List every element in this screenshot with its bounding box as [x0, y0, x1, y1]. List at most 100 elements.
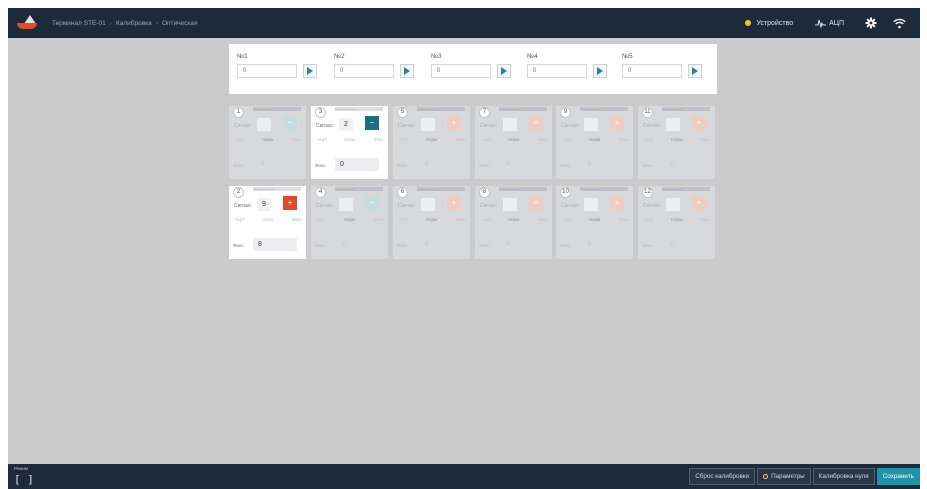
value-field[interactable]: 0 — [662, 158, 706, 171]
parameters-label: Параметры — [771, 473, 805, 480]
mode-adc[interactable]: АЦП — [399, 217, 409, 222]
plus-button[interactable]: + — [529, 196, 543, 210]
value-field[interactable]: 0 — [662, 238, 706, 251]
mode-fix[interactable]: Фикс. — [701, 217, 712, 222]
mode-adc[interactable]: АЦП — [644, 137, 654, 142]
channel-card[interactable]: 6 —————— Сигнал + АЦП Норм. Фикс. Фикс. … — [393, 186, 470, 259]
np-input[interactable]: 0 — [431, 64, 491, 78]
plus-button[interactable]: + — [447, 196, 461, 210]
value-field[interactable]: 0 — [335, 158, 379, 171]
zero-calibration-button[interactable]: Калибровка нуля — [812, 468, 875, 485]
mode-fix[interactable]: Фикс. — [619, 137, 630, 142]
mode-indicator: Режим [ ] — [14, 466, 34, 486]
parameters-button[interactable]: Параметры — [757, 468, 811, 485]
breadcrumb-item-calibration[interactable]: Калибровка — [116, 20, 152, 27]
mode-norm[interactable]: Норм. — [671, 137, 684, 142]
minus-button[interactable]: − — [365, 196, 379, 210]
plus-button[interactable]: + — [447, 116, 461, 130]
np-input[interactable]: 0 — [334, 64, 394, 78]
mode-fix[interactable]: Фикс. — [456, 217, 467, 222]
mode-fix[interactable]: Фикс. — [374, 137, 385, 142]
value-field[interactable]: 0 — [417, 158, 461, 171]
channel-number: 4 — [315, 187, 326, 198]
mode-norm[interactable]: Норм. — [671, 217, 684, 222]
np-input[interactable]: 0 — [622, 64, 682, 78]
mode-fix[interactable]: Фикс. — [538, 137, 549, 142]
plus-button[interactable]: + — [692, 116, 706, 130]
mode-norm[interactable]: Норм. — [262, 137, 275, 142]
channel-card[interactable]: 5 —————— Сигнал + АЦП Норм. Фикс. Фикс. … — [393, 106, 470, 179]
mode-adc[interactable]: АЦП — [399, 137, 409, 142]
breadcrumb-item-terminal[interactable]: Терминал STE-01 — [52, 20, 106, 27]
channel-card[interactable]: 12 —————— Сигнал + АЦП Норм. Фикс. Фикс.… — [638, 186, 715, 259]
value-field[interactable]: 8 — [253, 238, 297, 251]
value-field[interactable]: 0 — [335, 238, 379, 251]
play-button[interactable] — [400, 64, 414, 78]
minus-button[interactable]: − — [283, 116, 297, 130]
channel-card[interactable]: 3 —————— Сигнал 2 − АЦП Норм. Фикс. Фикс… — [311, 106, 388, 179]
channel-card[interactable]: 1 —————— Сигнал − АЦП Норм. Фикс. Фикс. … — [229, 106, 306, 179]
mode-adc[interactable]: АЦП — [235, 217, 245, 222]
channel-card[interactable]: 2 —————— Сигнал 9 + АЦП Норм. Фикс. Фикс… — [229, 186, 306, 259]
channel-tag: —————— — [499, 187, 547, 191]
value-field[interactable]: 0 — [417, 238, 461, 251]
mode-adc[interactable]: АЦП — [481, 217, 491, 222]
mode-fix[interactable]: Фикс. — [701, 137, 712, 142]
mode-adc[interactable]: АЦП — [317, 217, 327, 222]
plus-button[interactable]: + — [692, 196, 706, 210]
minus-button[interactable]: − — [365, 116, 379, 130]
mode-adc[interactable]: АЦП — [481, 137, 491, 142]
play-button[interactable] — [688, 64, 702, 78]
mode-norm[interactable]: Норм. — [344, 137, 357, 142]
channel-card[interactable]: 7 —————— Сигнал + АЦП Норм. Фикс. Фикс. … — [475, 106, 552, 179]
np-input[interactable]: 0 — [237, 64, 297, 78]
adc-button[interactable]: АЦП — [815, 19, 844, 28]
mode-adc[interactable]: АЦП — [644, 217, 654, 222]
np-input[interactable]: 0 — [527, 64, 587, 78]
mode-adc[interactable]: АЦП — [562, 217, 572, 222]
signal-value: 9 — [257, 198, 271, 211]
mode-adc[interactable]: АЦП — [235, 137, 245, 142]
channel-card[interactable]: 10 —————— Сигнал + АЦП Норм. Фикс. Фикс.… — [556, 186, 633, 259]
mode-norm[interactable]: Норм. — [589, 137, 602, 142]
mode-adc[interactable]: АЦП — [562, 137, 572, 142]
channel-card[interactable]: 8 —————— Сигнал + АЦП Норм. Фикс. Фикс. … — [475, 186, 552, 259]
mode-norm[interactable]: Норм. — [344, 217, 357, 222]
mode-norm[interactable]: Норм. — [508, 137, 521, 142]
value-field[interactable]: 0 — [499, 238, 543, 251]
plus-button[interactable]: + — [610, 196, 624, 210]
channel-card[interactable]: 11 —————— Сигнал + АЦП Норм. Фикс. Фикс.… — [638, 106, 715, 179]
device-status[interactable]: Устройство — [745, 20, 793, 27]
save-button[interactable]: Сохранить — [876, 468, 920, 485]
channel-card[interactable]: 4 —————— Сигнал − АЦП Норм. Фикс. Фикс. … — [311, 186, 388, 259]
play-button[interactable] — [593, 64, 607, 78]
settings-dot-icon — [763, 474, 769, 479]
boat-logo-icon[interactable] — [16, 15, 38, 31]
mode-fix[interactable]: Фикс. — [538, 217, 549, 222]
mode-fix[interactable]: Фикс. — [374, 217, 385, 222]
mode-fix[interactable]: Фикс. — [292, 217, 303, 222]
mode-norm[interactable]: Норм. — [426, 217, 439, 222]
value-field[interactable]: 0 — [580, 158, 624, 171]
value-field[interactable]: 0 — [253, 158, 297, 171]
plus-button[interactable]: + — [283, 196, 297, 210]
play-button[interactable] — [303, 64, 317, 78]
mode-norm[interactable]: Норм. — [589, 217, 602, 222]
play-button[interactable] — [497, 64, 511, 78]
gear-icon[interactable] — [864, 16, 878, 30]
mode-fix[interactable]: Фикс. — [619, 217, 630, 222]
mode-norm[interactable]: Норм. — [508, 217, 521, 222]
mode-norm[interactable]: Норм. — [426, 137, 439, 142]
mode-adc[interactable]: АЦП — [317, 137, 327, 142]
mode-fix[interactable]: Фикс. — [292, 137, 303, 142]
value-field[interactable]: 0 — [499, 158, 543, 171]
mode-norm[interactable]: Норм. — [262, 217, 275, 222]
plus-button[interactable]: + — [529, 116, 543, 130]
mode-fix[interactable]: Фикс. — [456, 137, 467, 142]
wifi-icon[interactable] — [892, 16, 906, 30]
reset-calibration-button[interactable]: Сброс калибровки — [689, 468, 756, 485]
plus-button[interactable]: + — [610, 116, 624, 130]
signal-label: Сигнал — [316, 123, 333, 129]
channel-card[interactable]: 9 —————— Сигнал + АЦП Норм. Фикс. Фикс. … — [556, 106, 633, 179]
value-field[interactable]: 0 — [580, 238, 624, 251]
